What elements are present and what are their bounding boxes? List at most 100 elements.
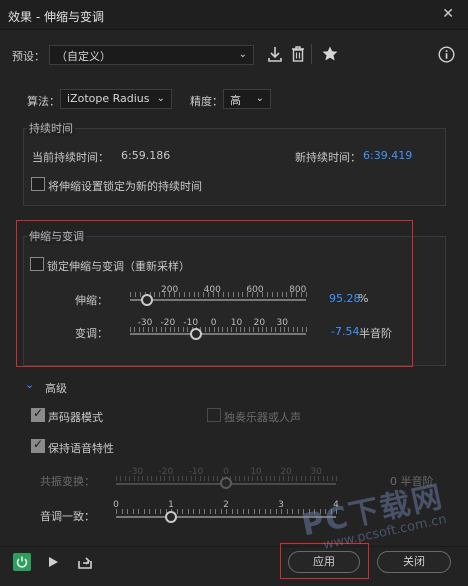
precision-label: 精度： bbox=[190, 95, 223, 108]
duration-group bbox=[23, 128, 446, 206]
solo-checkbox[interactable] bbox=[207, 408, 221, 422]
scale-label: 0 bbox=[113, 500, 119, 510]
slider-tick bbox=[151, 476, 153, 481]
slider-tick bbox=[186, 476, 188, 481]
lock-duration-label: 将伸缩设置锁定为新的持续时间 bbox=[48, 180, 202, 193]
toolbar-divider bbox=[311, 44, 312, 64]
slider-tick bbox=[248, 509, 249, 514]
slider-tick bbox=[274, 476, 276, 481]
scale-label: -10 bbox=[188, 467, 204, 477]
slider-tick bbox=[264, 509, 266, 514]
precision-dropdown[interactable]: 高 ⌄ bbox=[223, 89, 271, 109]
star-icon[interactable] bbox=[321, 45, 339, 63]
new-duration-value[interactable]: 6:39.419 bbox=[363, 149, 412, 162]
slider-tick bbox=[296, 476, 298, 481]
highlight-box bbox=[16, 220, 413, 367]
slider-tick bbox=[155, 476, 157, 481]
current-duration-label: 当前持续时间： bbox=[32, 151, 109, 164]
close-button[interactable]: 关闭 bbox=[377, 551, 451, 573]
slider-tick bbox=[239, 476, 241, 481]
slider-tick bbox=[198, 509, 200, 514]
slider-tick bbox=[149, 509, 150, 514]
slider-tick bbox=[209, 509, 211, 514]
slider-tick bbox=[176, 509, 178, 514]
slider-tick bbox=[204, 509, 205, 514]
power-glyph bbox=[16, 556, 28, 568]
slider-tick bbox=[215, 509, 216, 514]
slider-tick bbox=[331, 476, 333, 481]
vocoder-checkbox[interactable] bbox=[31, 406, 45, 422]
slider-tick bbox=[231, 509, 233, 514]
slider-tick bbox=[160, 509, 161, 514]
footer-divider bbox=[0, 546, 468, 547]
scale-label: 2 bbox=[223, 500, 229, 510]
chevron-down-icon[interactable]: ⌄ bbox=[25, 378, 34, 391]
play-icon[interactable] bbox=[46, 555, 60, 569]
duration-group-title: 持续时间 bbox=[27, 120, 75, 136]
slider-tick bbox=[242, 509, 244, 514]
slider-tick bbox=[327, 476, 329, 481]
scale-label: 1 bbox=[168, 500, 174, 510]
slider-tick bbox=[253, 509, 255, 514]
coherence-slider-knob[interactable] bbox=[165, 511, 177, 523]
slider-tick bbox=[121, 509, 123, 514]
slider-tick bbox=[322, 476, 324, 481]
scale-label: 20 bbox=[280, 467, 292, 477]
slider-tick bbox=[143, 509, 145, 514]
slider-tick bbox=[270, 509, 271, 514]
slider-tick bbox=[120, 476, 122, 481]
slider-tick bbox=[305, 476, 307, 481]
new-duration-label: 新持续时间： bbox=[295, 151, 361, 164]
slider-tick bbox=[146, 476, 148, 481]
slider-tick bbox=[292, 476, 293, 481]
slider-tick bbox=[212, 476, 214, 481]
preserve-speech-label: 保持语音特性 bbox=[48, 442, 114, 455]
scale-label: 0 bbox=[223, 467, 229, 477]
current-duration-value: 6:59.186 bbox=[121, 149, 171, 162]
preserve-speech-checkbox[interactable] bbox=[31, 437, 45, 453]
slider-tick bbox=[204, 476, 205, 481]
advanced-title[interactable]: 高级 bbox=[45, 380, 67, 396]
algorithm-label: 算法： bbox=[27, 95, 60, 108]
pitch-coherence-label: 音调一致： bbox=[40, 510, 95, 523]
slider-tick bbox=[116, 476, 117, 481]
slider-tick bbox=[259, 509, 260, 514]
slider-tick bbox=[154, 509, 156, 514]
vocoder-label: 声码器模式 bbox=[48, 411, 103, 424]
close-icon[interactable]: ✕ bbox=[442, 6, 454, 22]
scale-label: 30 bbox=[310, 467, 322, 477]
window-title: 效果 - 伸缩与变调 bbox=[8, 10, 104, 24]
slider-tick bbox=[270, 476, 271, 481]
scale-label: 3 bbox=[278, 500, 284, 510]
scale-label: 10 bbox=[250, 467, 262, 477]
export-icon[interactable] bbox=[76, 553, 94, 571]
slider-tick bbox=[286, 509, 288, 514]
algorithm-value: iZotope Radius bbox=[67, 92, 150, 105]
slider-tick bbox=[208, 476, 210, 481]
slider-tick bbox=[132, 509, 134, 514]
download-icon[interactable] bbox=[266, 45, 284, 63]
slider-tick bbox=[193, 509, 194, 514]
slider-tick bbox=[234, 476, 236, 481]
slider-tick bbox=[182, 476, 183, 481]
slider-tick bbox=[243, 476, 245, 481]
slider-tick bbox=[300, 476, 302, 481]
preset-dropdown[interactable]: （自定义） ⌄ bbox=[49, 45, 254, 65]
slider-tick bbox=[187, 509, 189, 514]
precision-value: 高 bbox=[230, 94, 241, 107]
power-icon[interactable] bbox=[13, 553, 31, 571]
slider-tick bbox=[138, 509, 139, 514]
solo-label: 独奏乐器或人声 bbox=[224, 411, 301, 424]
info-icon[interactable] bbox=[438, 46, 455, 63]
slider-tick bbox=[336, 476, 337, 481]
preset-value: （自定义） bbox=[56, 50, 111, 63]
formant-label: 共振变换： bbox=[40, 475, 95, 488]
scale-label: -20 bbox=[158, 467, 174, 477]
slider-tick bbox=[127, 509, 128, 514]
lock-duration-checkbox[interactable] bbox=[31, 177, 45, 191]
slider-tick bbox=[220, 509, 222, 514]
scale-label: -30 bbox=[128, 467, 144, 477]
trash-icon[interactable] bbox=[290, 45, 306, 63]
algorithm-dropdown[interactable]: iZotope Radius ⌄ bbox=[60, 89, 172, 109]
formant-slider-knob[interactable] bbox=[220, 477, 232, 489]
